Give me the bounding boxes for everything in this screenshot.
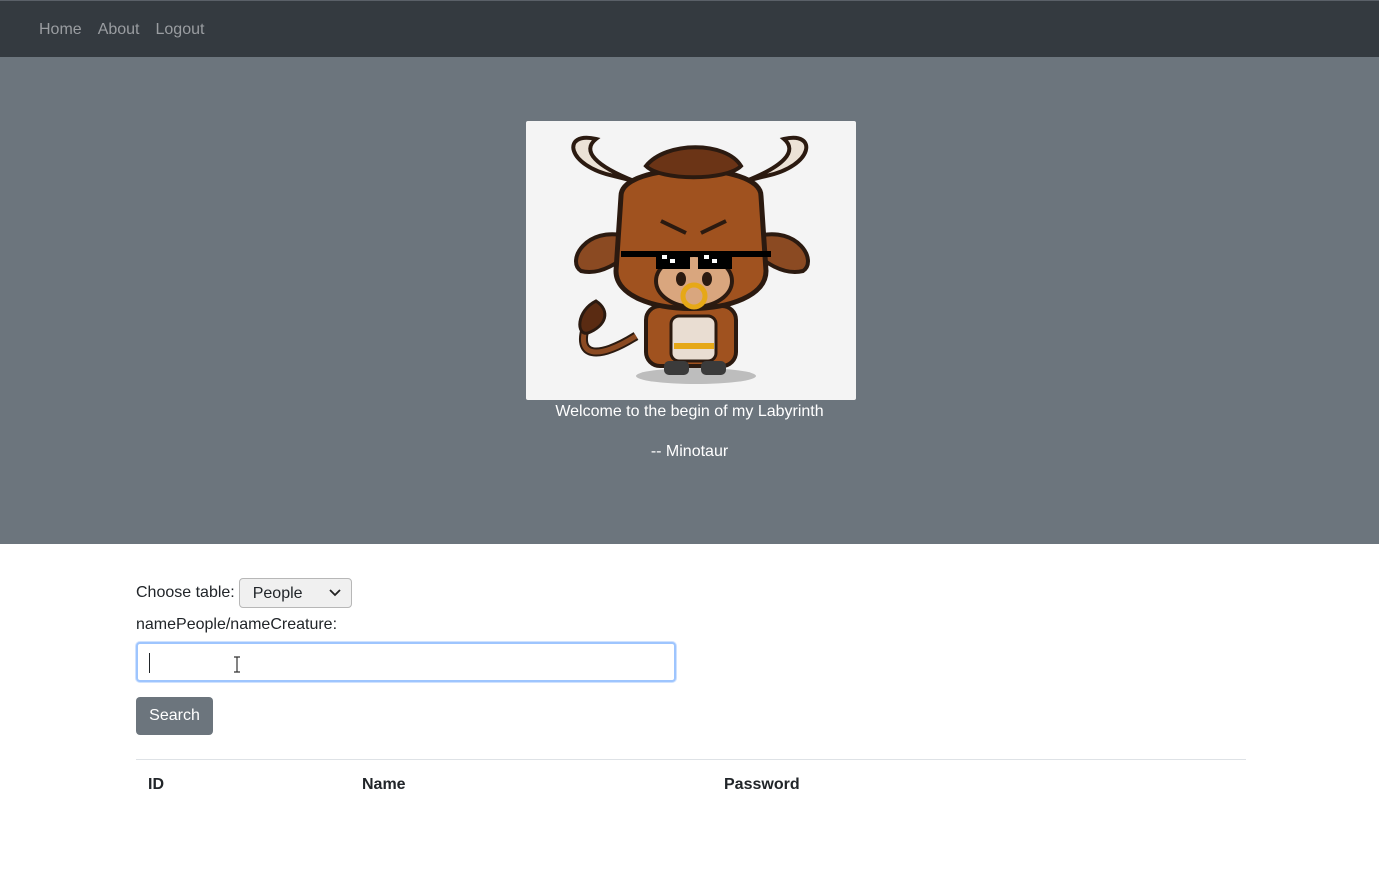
table-select[interactable]: People bbox=[238, 577, 352, 608]
hero-caption-welcome: Welcome to the begin of my Labyrinth bbox=[555, 403, 824, 420]
nav-link-logout[interactable]: Logout bbox=[156, 21, 205, 39]
nav-link-about[interactable]: About bbox=[98, 21, 140, 39]
nav-links: Home About Logout bbox=[39, 21, 204, 39]
column-header-id: ID bbox=[136, 759, 350, 810]
search-input[interactable] bbox=[136, 642, 676, 682]
nav-link-home[interactable]: Home bbox=[39, 21, 82, 39]
column-header-name: Name bbox=[350, 759, 712, 810]
search-button[interactable]: Search bbox=[136, 697, 213, 735]
hero-caption-signature: -- Minotaur bbox=[650, 443, 729, 460]
column-header-password: Password bbox=[712, 759, 1246, 810]
hero-banner: Welcome to the begin of my Labyrinth -- … bbox=[0, 57, 1379, 544]
text-caret bbox=[149, 653, 150, 673]
navbar: Home About Logout bbox=[0, 0, 1379, 57]
results-table: ID Name Password bbox=[136, 759, 1246, 810]
minotaur-image bbox=[526, 121, 856, 400]
table-select-value: People bbox=[252, 584, 303, 602]
choose-table-label: Choose table: bbox=[136, 583, 235, 601]
ibeam-cursor-icon bbox=[234, 656, 240, 673]
table-header-row: ID Name Password bbox=[136, 759, 1246, 810]
name-field-label: namePeople/nameCreature: bbox=[136, 616, 338, 633]
chevron-down-icon bbox=[329, 588, 341, 596]
table-select-row: Choose table: People bbox=[136, 577, 352, 608]
